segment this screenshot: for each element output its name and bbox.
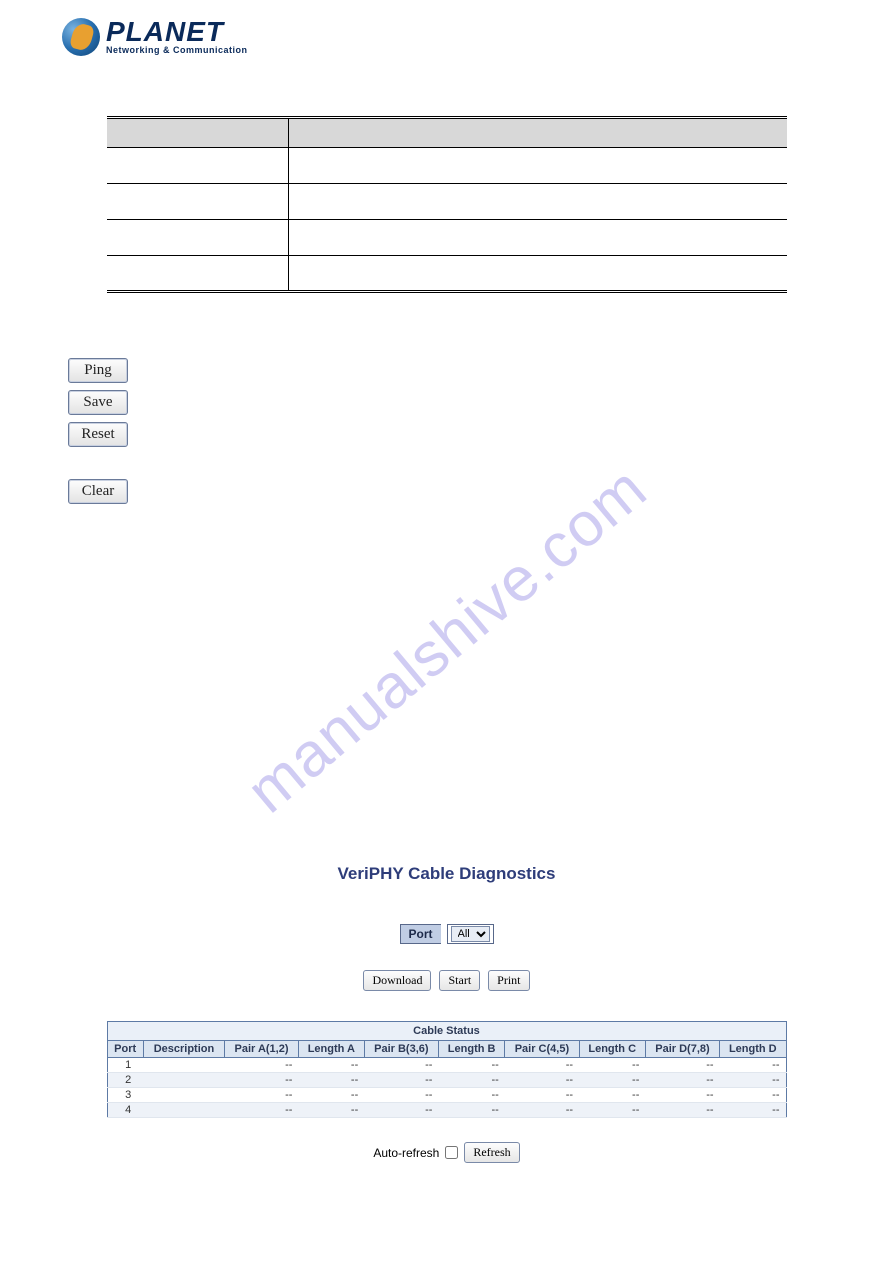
print-button[interactable]: Print xyxy=(488,970,529,991)
table-row: 1---------------- xyxy=(107,1058,786,1073)
cell-value: -- xyxy=(438,1088,504,1103)
cell-port: 1 xyxy=(107,1058,143,1073)
port-select-wrap: All xyxy=(447,924,494,944)
globe-icon xyxy=(62,18,100,56)
cell-value: -- xyxy=(579,1073,645,1088)
table-row: 4---------------- xyxy=(107,1103,786,1118)
cell-value xyxy=(143,1103,224,1118)
watermark: manualshive.com xyxy=(233,453,660,827)
logo-title: PLANET xyxy=(106,19,248,44)
auto-refresh-label: Auto-refresh xyxy=(373,1146,439,1160)
th-port: Port xyxy=(107,1041,143,1058)
port-selector-row: Port All xyxy=(0,924,893,944)
th-pair-c: Pair C(4,5) xyxy=(505,1041,579,1058)
cell-value: -- xyxy=(225,1088,299,1103)
port-label: Port xyxy=(400,924,441,944)
cell-value: -- xyxy=(364,1103,438,1118)
reset-button[interactable]: Reset xyxy=(68,422,128,447)
logo-area: PLANET Networking & Communication xyxy=(0,0,893,56)
cell-value: -- xyxy=(720,1103,786,1118)
cell-value: -- xyxy=(505,1088,579,1103)
refresh-button[interactable]: Refresh xyxy=(464,1142,519,1163)
th-pair-b: Pair B(3,6) xyxy=(364,1041,438,1058)
cell-value xyxy=(143,1058,224,1073)
th-description: Description xyxy=(143,1041,224,1058)
cell-value: -- xyxy=(579,1058,645,1073)
clear-button[interactable]: Clear xyxy=(68,479,128,504)
cell-value: -- xyxy=(225,1058,299,1073)
ping-button[interactable]: Ping xyxy=(68,358,128,383)
cell-value: -- xyxy=(298,1058,364,1073)
port-select[interactable]: All xyxy=(451,926,490,942)
cell-value: -- xyxy=(645,1073,719,1088)
cell-port: 2 xyxy=(107,1073,143,1088)
cell-value: -- xyxy=(645,1103,719,1118)
cell-value: -- xyxy=(364,1058,438,1073)
cell-port: 3 xyxy=(107,1088,143,1103)
section-title: VeriPHY Cable Diagnostics xyxy=(0,864,893,884)
cell-value: -- xyxy=(579,1088,645,1103)
cell-value: -- xyxy=(298,1088,364,1103)
cell-value xyxy=(143,1088,224,1103)
logo-subtitle: Networking & Communication xyxy=(106,45,248,55)
cell-value: -- xyxy=(225,1073,299,1088)
cell-value: -- xyxy=(505,1058,579,1073)
cell-value: -- xyxy=(505,1103,579,1118)
cell-value: -- xyxy=(364,1073,438,1088)
cell-value: -- xyxy=(579,1103,645,1118)
th-pair-a: Pair A(1,2) xyxy=(225,1041,299,1058)
table-row: 2---------------- xyxy=(107,1073,786,1088)
save-button[interactable]: Save xyxy=(68,390,128,415)
th-length-a: Length A xyxy=(298,1041,364,1058)
brand-logo: PLANET Networking & Communication xyxy=(62,18,893,56)
cell-value: -- xyxy=(645,1088,719,1103)
download-button[interactable]: Download xyxy=(363,970,431,991)
th-pair-d: Pair D(7,8) xyxy=(645,1041,719,1058)
start-button[interactable]: Start xyxy=(439,970,480,991)
cell-value: -- xyxy=(720,1088,786,1103)
cable-status-caption: Cable Status xyxy=(107,1021,787,1040)
cell-value: -- xyxy=(225,1103,299,1118)
cell-value: -- xyxy=(298,1073,364,1088)
cell-value: -- xyxy=(438,1058,504,1073)
table-row: 3---------------- xyxy=(107,1088,786,1103)
table-header-row: Port Description Pair A(1,2) Length A Pa… xyxy=(107,1041,786,1058)
cable-status-table: Cable Status Port Description Pair A(1,2… xyxy=(107,1021,787,1118)
th-length-d: Length D xyxy=(720,1041,786,1058)
cell-value: -- xyxy=(720,1073,786,1088)
cell-value: -- xyxy=(364,1088,438,1103)
cell-value: -- xyxy=(298,1103,364,1118)
refresh-row: Auto-refresh Refresh xyxy=(0,1142,893,1163)
cell-value: -- xyxy=(505,1073,579,1088)
spec-table xyxy=(107,116,787,293)
cell-value xyxy=(143,1073,224,1088)
cell-value: -- xyxy=(438,1103,504,1118)
cell-value: -- xyxy=(720,1058,786,1073)
cell-value: -- xyxy=(438,1073,504,1088)
th-length-b: Length B xyxy=(438,1041,504,1058)
cell-value: -- xyxy=(645,1058,719,1073)
th-length-c: Length C xyxy=(579,1041,645,1058)
cell-port: 4 xyxy=(107,1103,143,1118)
auto-refresh-checkbox[interactable] xyxy=(445,1146,458,1159)
